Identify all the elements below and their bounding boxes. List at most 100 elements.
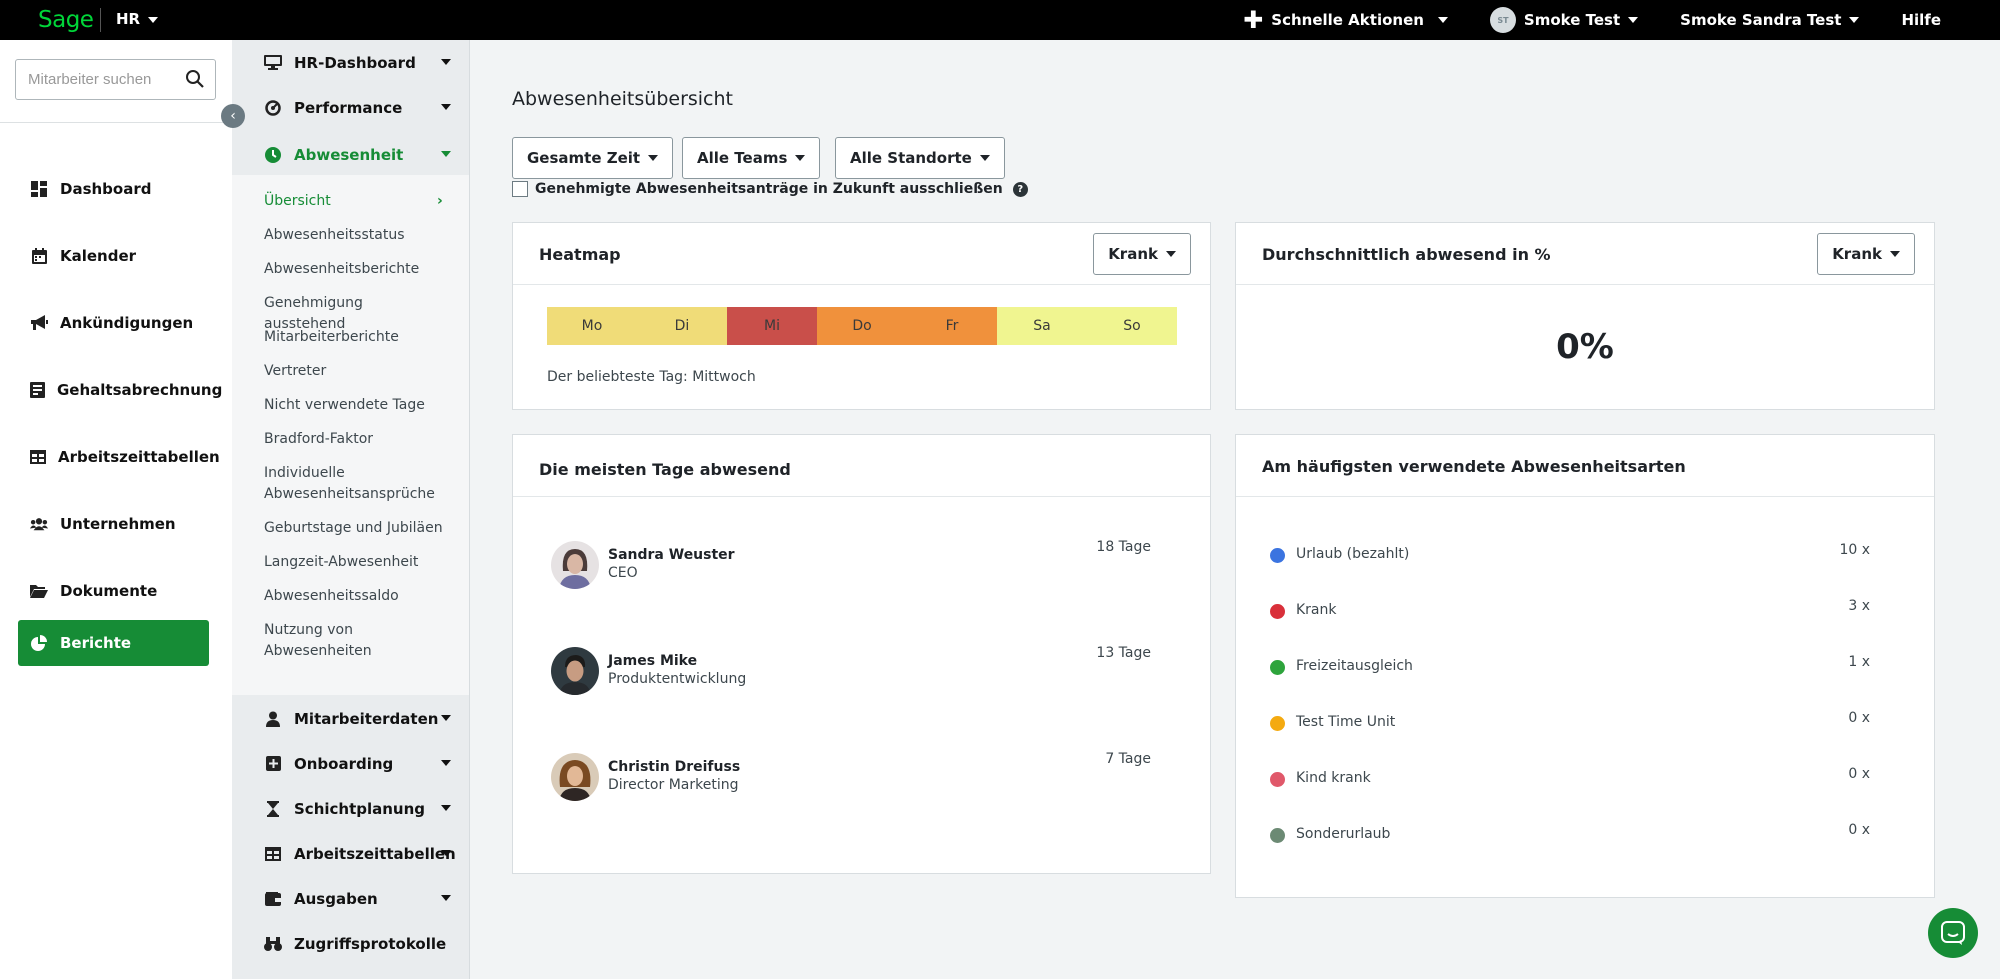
company-avatar: ST xyxy=(1489,7,1516,33)
quick-actions-menu[interactable]: ✚ Schnelle Aktionen xyxy=(1243,8,1448,32)
user-label: Smoke Sandra Test xyxy=(1680,11,1842,29)
chevron-down-icon xyxy=(441,760,451,766)
subnav-link-substitutes[interactable]: Vertreter xyxy=(264,361,444,382)
wallet-icon xyxy=(264,890,282,908)
chevron-down-icon xyxy=(1890,251,1900,257)
chevron-down-icon xyxy=(1437,17,1448,23)
calendar-icon xyxy=(30,247,48,265)
time-filter-dropdown[interactable]: Gesamte Zeit xyxy=(512,137,674,179)
sidebar-item-dashboard[interactable]: Dashboard xyxy=(18,166,209,212)
quick-actions-label: Schnelle Aktionen xyxy=(1271,11,1424,29)
legend-dot xyxy=(1270,548,1285,563)
average-title: Durchschnittlich abwesend in % xyxy=(1262,245,1551,264)
person-role: CEO xyxy=(608,565,638,581)
subnav-hr-dashboard[interactable]: HR-Dashboard xyxy=(232,40,469,85)
subnav-onboarding[interactable]: Onboarding xyxy=(232,741,469,786)
most-days-title: Die meisten Tage abwesend xyxy=(539,460,791,479)
subnav-employee-data[interactable]: Mitarbeiterdaten xyxy=(232,696,469,741)
collapse-sidebar-button[interactable]: ‹ xyxy=(221,104,245,128)
heatmap-day: Di xyxy=(637,307,727,345)
sidebar-item-documents[interactable]: Dokumente xyxy=(18,568,209,614)
absence-type-row: Test Time Unit 0 x xyxy=(1270,710,1870,733)
sidebar-item-announcements[interactable]: Ankündigungen xyxy=(18,300,209,346)
person-name: Sandra Weuster xyxy=(608,547,735,563)
chat-icon xyxy=(1941,921,1965,945)
sidebar-item-timesheets[interactable]: Arbeitszeittabellen xyxy=(18,434,220,480)
megaphone-icon xyxy=(30,314,48,332)
sidebar-item-payroll[interactable]: Gehaltsabrechnung xyxy=(18,367,222,413)
chevron-down-icon xyxy=(441,151,451,157)
average-type-label: Krank xyxy=(1832,245,1882,263)
person-row[interactable]: Christin Dreifuss Director Marketing 7 T… xyxy=(551,751,1151,803)
gauge-icon xyxy=(264,99,282,117)
locations-filter-label: Alle Standorte xyxy=(850,149,972,167)
chevron-down-icon xyxy=(441,850,451,856)
subnav-link-overview[interactable]: Übersicht › xyxy=(264,191,444,212)
subnav-link-absence-usage[interactable]: Nutzung von Abwesenheiten xyxy=(264,620,444,662)
chevron-down-icon xyxy=(441,895,451,901)
chevron-right-icon: › xyxy=(437,193,443,209)
help-label: Hilfe xyxy=(1901,11,1941,29)
absence-type-count: 0 x xyxy=(1848,766,1870,782)
subnav-timesheets[interactable]: Arbeitszeittabellen xyxy=(232,831,469,876)
search-icon[interactable] xyxy=(185,69,205,89)
heatmap-day: So xyxy=(1087,307,1177,345)
sidebar-item-company[interactable]: Unternehmen xyxy=(18,501,209,547)
section-sidebar: HR-Dashboard Performance Abwesenheit Übe… xyxy=(232,40,470,979)
help-link[interactable]: Hilfe xyxy=(1901,11,1941,29)
heatmap-type-dropdown[interactable]: Krank xyxy=(1093,233,1191,275)
table-icon xyxy=(264,845,282,863)
search-input[interactable] xyxy=(16,60,176,99)
average-type-dropdown[interactable]: Krank xyxy=(1817,233,1915,275)
subnav-performance[interactable]: Performance xyxy=(232,85,469,130)
table-icon xyxy=(30,448,46,466)
sidebar-item-label: Dokumente xyxy=(60,582,158,600)
person-row[interactable]: James Mike Produktentwicklung 13 Tage xyxy=(551,645,1151,697)
favorite-day-text: Der beliebteste Tag: Mittwoch xyxy=(547,369,756,385)
subnav-link-absence-balance[interactable]: Abwesenheitssaldo xyxy=(264,586,444,607)
subnav-link-employee-reports[interactable]: Mitarbeiterberichte xyxy=(264,327,444,348)
subnav-access-logs[interactable]: Zugriffsprotokolle xyxy=(232,921,469,966)
subnav-link-unused-days[interactable]: Nicht verwendete Tage xyxy=(264,395,444,416)
monitor-icon xyxy=(264,54,282,72)
subnav-link-bradford-factor[interactable]: Bradford-Faktor xyxy=(264,429,444,450)
person-row[interactable]: Sandra Weuster CEO 18 Tage xyxy=(551,539,1151,591)
subnav-link-birthdays[interactable]: Geburtstage und Jubiläen xyxy=(264,518,444,539)
chevron-down-icon xyxy=(1166,251,1176,257)
subnav-link-individual-entitlements[interactable]: Individuelle Abwesenheitsansprüche xyxy=(264,463,444,505)
help-icon[interactable]: ? xyxy=(1012,181,1028,197)
subnav-label: HR-Dashboard xyxy=(294,53,416,72)
sage-logo[interactable]: Sage xyxy=(38,7,94,33)
subnav-link-long-term-absence[interactable]: Langzeit-Abwesenheit xyxy=(264,552,444,573)
company-label: Smoke Test xyxy=(1523,11,1621,29)
locations-filter-dropdown[interactable]: Alle Standorte xyxy=(835,137,1005,179)
chat-button[interactable] xyxy=(1928,908,1978,958)
pie-chart-icon xyxy=(30,634,48,652)
module-switcher[interactable]: HR xyxy=(116,10,159,28)
exclude-future-approved: Genehmigte Abwesenheitsanträge in Zukunf… xyxy=(512,181,1028,197)
sidebar-item-reports[interactable]: Berichte xyxy=(18,620,209,666)
subnav-shift-planning[interactable]: Schichtplanung xyxy=(232,786,469,831)
exclude-checkbox[interactable] xyxy=(512,181,528,197)
sidebar-item-label: Berichte xyxy=(60,634,132,652)
most-days-absent-card: Die meisten Tage abwesend Sandra Weuster… xyxy=(512,434,1211,874)
teams-filter-dropdown[interactable]: Alle Teams xyxy=(682,137,821,179)
sidebar-divider xyxy=(0,122,232,123)
absence-types-card: Am häufigsten verwendete Abwesenheitsart… xyxy=(1235,434,1935,898)
user-menu[interactable]: Smoke Sandra Test xyxy=(1680,11,1860,29)
user-icon xyxy=(264,710,282,728)
card-header: Durchschnittlich abwesend in % Krank xyxy=(1236,223,1934,285)
company-menu[interactable]: ST Smoke Test xyxy=(1489,7,1639,33)
time-filter-label: Gesamte Zeit xyxy=(527,149,641,167)
subnav-label: Onboarding xyxy=(294,754,394,773)
heatmap-title: Heatmap xyxy=(539,245,621,264)
binoculars-icon xyxy=(264,935,282,953)
subnav-link-absence-status[interactable]: Abwesenheitsstatus xyxy=(264,225,444,246)
exclude-label[interactable]: Genehmigte Abwesenheitsanträge in Zukunf… xyxy=(535,181,1003,197)
sidebar-item-label: Unternehmen xyxy=(60,515,176,533)
subnav-absence[interactable]: Abwesenheit xyxy=(232,132,469,177)
sidebar-item-calendar[interactable]: Kalender xyxy=(18,233,209,279)
card-header: Die meisten Tage abwesend xyxy=(513,435,1210,497)
subnav-expenses[interactable]: Ausgaben xyxy=(232,876,469,921)
subnav-link-absence-reports[interactable]: Abwesenheitsberichte xyxy=(264,259,444,280)
